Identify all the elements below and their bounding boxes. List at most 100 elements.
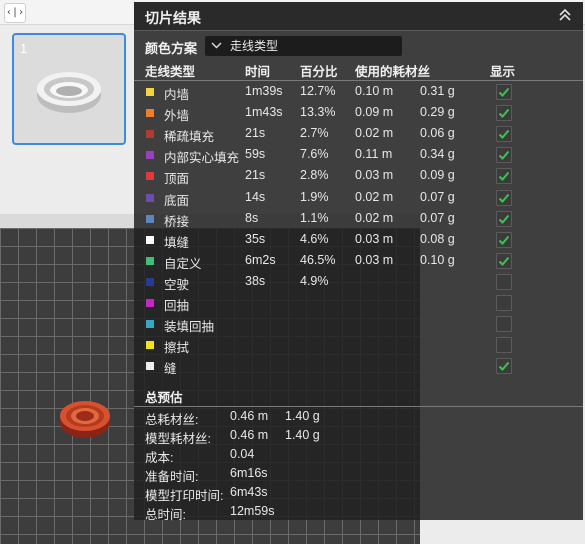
sliced-model-preview[interactable] <box>58 398 112 440</box>
filament-weight-value: 0.10 g <box>420 252 455 267</box>
table-row: 擦拭 <box>134 335 583 357</box>
display-checkbox[interactable] <box>496 84 512 100</box>
table-row: 填缝 35s 4.6% 0.03 m 0.08 g <box>134 230 583 252</box>
summary-label: 成本: <box>145 451 174 465</box>
table-row: 桥接 8s 1.1% 0.02 m 0.07 g <box>134 209 583 231</box>
time-value: 6m2s <box>245 252 276 267</box>
color-swatch <box>146 320 154 329</box>
table-row: 空驶 38s 4.9% <box>134 272 583 294</box>
filament-weight-value: 0.29 g <box>420 105 455 120</box>
display-checkbox[interactable] <box>496 316 512 333</box>
color-scheme-value: 走线类型 <box>230 39 279 53</box>
time-value: 35s <box>245 231 266 246</box>
display-checkbox[interactable] <box>496 168 512 185</box>
filament-weight-value: 0.09 g <box>420 168 455 183</box>
display-checkbox[interactable] <box>496 273 512 290</box>
summary-value-weight: 1.40 g <box>285 409 320 423</box>
checkmark-icon <box>498 214 510 224</box>
checkmark-icon <box>498 130 510 140</box>
panel-header: 切片结果 <box>134 2 583 31</box>
summary-value-weight: 1.40 g <box>285 428 320 442</box>
line-type-name: 内部实心填充 <box>164 151 240 166</box>
checkmark-icon <box>498 362 510 372</box>
display-checkbox[interactable] <box>496 252 512 269</box>
checkmark-icon <box>498 87 510 97</box>
plate-model-thumbnail-icon <box>37 72 101 113</box>
summary-row-print-time: 模型打印时间: 6m43s <box>145 485 565 504</box>
checkmark-icon <box>498 256 510 266</box>
filament-length-value: 0.10 m <box>355 84 394 98</box>
summary-row-cost: 成本: 0.04 <box>145 447 565 466</box>
display-checkbox[interactable] <box>496 126 512 143</box>
color-swatch <box>146 277 154 286</box>
color-scheme-select[interactable]: 走线类型 <box>205 36 402 56</box>
double-chevron-up-icon[interactable] <box>557 7 573 23</box>
table-row: 顶面 21s 2.8% 0.03 m 0.09 g <box>134 166 583 188</box>
sidebar-toggle-icon[interactable]: ‹|› <box>4 3 26 23</box>
filament-weight-value: 0.31 g <box>420 84 455 98</box>
display-checkbox[interactable] <box>496 189 512 206</box>
summary-label: 模型耗材丝: <box>145 432 211 446</box>
color-swatch <box>146 151 154 160</box>
table-row: 稀疏填充 21s 2.7% 0.02 m 0.06 g <box>134 124 583 146</box>
line-type-name: 回抽 <box>164 299 190 313</box>
line-type-name: 稀疏填充 <box>164 130 215 145</box>
checkmark-icon <box>498 108 510 119</box>
summary-row-model-filament: 模型耗材丝: 0.46 m 1.40 g <box>145 428 565 447</box>
table-row: 内墙 1m39s 12.7% 0.10 m 0.31 g <box>134 82 583 104</box>
time-value: 21s <box>245 168 266 183</box>
summary-row-prep-time: 准备时间: 6m16s <box>145 466 565 485</box>
filament-weight-value: 0.07 g <box>420 210 455 225</box>
plate-thumbnail[interactable]: 1 <box>12 33 126 145</box>
percent-value: 2.8% <box>300 168 329 183</box>
display-checkbox[interactable] <box>496 358 512 375</box>
color-swatch <box>146 299 154 307</box>
summary-label: 准备时间: <box>145 470 199 484</box>
display-checkbox[interactable] <box>496 147 512 164</box>
summary-value: 6m43s <box>230 485 268 499</box>
display-checkbox[interactable] <box>496 210 512 227</box>
summary-label: 总耗材丝: <box>145 413 199 427</box>
plate-number: 1 <box>20 41 28 56</box>
percent-value: 46.5% <box>300 252 336 267</box>
table-row: 外墙 1m43s 13.3% 0.09 m 0.29 g <box>134 103 583 125</box>
line-type-name: 外墙 <box>164 109 190 124</box>
summary-divider <box>134 406 583 407</box>
filament-weight-value: 0.07 g <box>420 189 455 204</box>
col-header-display: 显示 <box>490 65 516 79</box>
time-value: 59s <box>245 147 266 162</box>
table-row: 装填回抽 <box>134 314 583 336</box>
table-row: 底面 14s 1.9% 0.02 m 0.07 g <box>134 188 583 210</box>
display-checkbox[interactable] <box>496 295 512 311</box>
line-type-name: 桥接 <box>164 214 190 229</box>
display-checkbox[interactable] <box>496 337 512 354</box>
color-swatch <box>146 256 154 265</box>
display-checkbox[interactable] <box>496 231 512 248</box>
time-value: 1m39s <box>245 84 283 98</box>
filament-length-value: 0.03 m <box>355 168 394 183</box>
checkmark-icon <box>498 172 510 182</box>
line-type-name: 擦拭 <box>164 341 190 356</box>
checkmark-icon <box>498 193 510 203</box>
checkmark-icon <box>498 235 510 245</box>
summary-value-length: 0.46 m <box>230 409 269 423</box>
table-row: 自定义 6m2s 46.5% 0.03 m 0.10 g <box>134 251 583 273</box>
color-swatch <box>146 88 154 96</box>
table-row: 内部实心填充 59s 7.6% 0.11 m 0.34 g <box>134 145 583 167</box>
summary-label: 总时间: <box>145 508 186 522</box>
slice-results-panel: 切片结果 颜色方案 走线类型 走线类型 时间 百分比 使用的耗材丝 显示 内墙 1… <box>134 2 583 523</box>
percent-value: 13.3% <box>300 105 336 120</box>
summary-row-total-time: 总时间: 12m59s <box>145 504 565 523</box>
display-checkbox[interactable] <box>496 105 512 122</box>
color-swatch <box>146 214 154 223</box>
summary-value: 12m59s <box>230 504 275 518</box>
color-swatch <box>146 172 154 181</box>
header-divider <box>134 80 583 81</box>
color-swatch <box>146 130 154 139</box>
filament-weight-value: 0.34 g <box>420 147 455 162</box>
table-row: 回抽 <box>134 293 583 315</box>
time-value: 8s <box>245 210 259 225</box>
color-swatch <box>146 235 154 244</box>
summary-label: 模型打印时间: <box>145 489 224 503</box>
line-type-name: 装填回抽 <box>164 320 215 335</box>
